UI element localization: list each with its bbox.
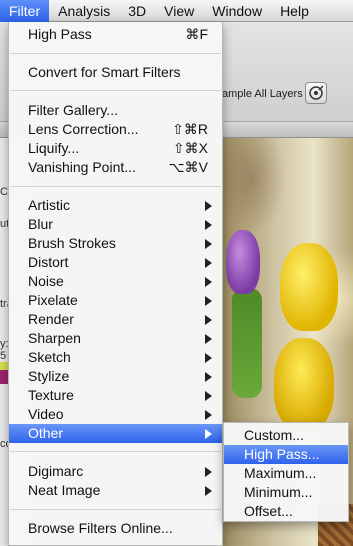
menu-item-vanishing-point[interactable]: Vanishing Point... ⌥⌘V bbox=[9, 158, 222, 177]
menu-item-label: Browse Filters Online... bbox=[28, 520, 173, 536]
sample-all-layers-label[interactable]: ample All Layers bbox=[222, 88, 303, 100]
pressure-target-icon[interactable] bbox=[305, 82, 327, 104]
submenu-arrow-icon bbox=[205, 410, 212, 420]
menu-item-label: Sketch bbox=[28, 349, 71, 365]
menu-item-last-filter[interactable]: High Pass ⌘F bbox=[9, 25, 222, 44]
menu-item-pixelate[interactable]: Pixelate bbox=[9, 291, 222, 310]
submenu-item-maximum[interactable]: Maximum... bbox=[224, 464, 348, 483]
submenu-arrow-icon bbox=[205, 372, 212, 382]
submenu-item-minimum[interactable]: Minimum... bbox=[224, 483, 348, 502]
menu-item-label: Render bbox=[28, 311, 74, 327]
menu-item-brush-strokes[interactable]: Brush Strokes bbox=[9, 234, 222, 253]
menu-item-shortcut: ⌥⌘V bbox=[168, 159, 208, 175]
menu-item-digimarc[interactable]: Digimarc bbox=[9, 462, 222, 481]
menu-item-label: Neat Image bbox=[28, 482, 101, 498]
menu-item-stylize[interactable]: Stylize bbox=[9, 367, 222, 386]
menu-window[interactable]: Window bbox=[203, 0, 271, 22]
menu-analysis[interactable]: Analysis bbox=[49, 0, 119, 22]
submenu-arrow-icon bbox=[205, 467, 212, 477]
menu-item-label: Sharpen bbox=[28, 330, 81, 346]
menu-item-video[interactable]: Video bbox=[9, 405, 222, 424]
menu-separator bbox=[10, 509, 221, 510]
submenu-arrow-icon bbox=[205, 429, 212, 439]
menu-item-sketch[interactable]: Sketch bbox=[9, 348, 222, 367]
menu-item-shortcut: ⇧⌘X bbox=[172, 140, 208, 156]
menu-item-label: Distort bbox=[28, 254, 69, 270]
filter-menu: High Pass ⌘F Convert for Smart Filters F… bbox=[8, 22, 223, 546]
photo-yellow-tulip bbox=[274, 338, 334, 430]
menu-item-label: Other bbox=[28, 425, 64, 441]
menu-item-texture[interactable]: Texture bbox=[9, 386, 222, 405]
menu-item-label: Lens Correction... bbox=[28, 121, 139, 137]
menu-item-label: Liquify... bbox=[28, 140, 80, 156]
submenu-arrow-icon bbox=[205, 239, 212, 249]
menu-item-label: Noise bbox=[28, 273, 64, 289]
submenu-arrow-icon bbox=[205, 258, 212, 268]
submenu-arrow-icon bbox=[205, 391, 212, 401]
submenu-arrow-icon bbox=[205, 220, 212, 230]
menu-item-label: Convert for Smart Filters bbox=[28, 64, 181, 80]
menu-separator bbox=[10, 53, 221, 54]
menu-item-label: Filter Gallery... bbox=[28, 102, 118, 118]
submenu-arrow-icon bbox=[205, 486, 212, 496]
menu-item-artistic[interactable]: Artistic bbox=[9, 196, 222, 215]
panel-text-fragment: 5 bbox=[0, 350, 7, 362]
menu-item-browse-filters-online[interactable]: Browse Filters Online... bbox=[9, 519, 222, 538]
menu-3d[interactable]: 3D bbox=[119, 0, 155, 22]
menu-item-other[interactable]: Other bbox=[9, 424, 222, 443]
menu-help[interactable]: Help bbox=[271, 0, 318, 22]
menu-item-blur[interactable]: Blur bbox=[9, 215, 222, 234]
submenu-item-custom[interactable]: Custom... bbox=[224, 426, 348, 445]
menu-view[interactable]: View bbox=[155, 0, 203, 22]
submenu-arrow-icon bbox=[205, 296, 212, 306]
menu-item-label: Artistic bbox=[28, 197, 70, 213]
menu-bar: Filter Analysis 3D View Window Help bbox=[0, 0, 353, 22]
photo-stem bbox=[232, 288, 262, 398]
menu-item-label: Stylize bbox=[28, 368, 70, 384]
other-submenu: Custom... High Pass... Maximum... Minimu… bbox=[223, 422, 349, 522]
menu-item-label: High Pass bbox=[28, 26, 92, 42]
menu-item-label: Texture bbox=[28, 387, 74, 403]
submenu-item-offset[interactable]: Offset... bbox=[224, 502, 348, 521]
submenu-arrow-icon bbox=[205, 334, 212, 344]
menu-separator bbox=[10, 90, 221, 91]
menu-item-label: Digimarc bbox=[28, 463, 84, 479]
menu-item-label: Pixelate bbox=[28, 292, 78, 308]
menu-item-neat-image[interactable]: Neat Image bbox=[9, 481, 222, 500]
menu-item-label: Brush Strokes bbox=[28, 235, 116, 251]
photo-yellow-tulip bbox=[280, 243, 338, 331]
submenu-arrow-icon bbox=[205, 353, 212, 363]
menu-item-label: Blur bbox=[28, 216, 53, 232]
menu-item-sharpen[interactable]: Sharpen bbox=[9, 329, 222, 348]
menu-item-shortcut: ⇧⌘R bbox=[172, 121, 208, 137]
menu-filter[interactable]: Filter bbox=[0, 0, 50, 22]
menu-item-liquify[interactable]: Liquify... ⇧⌘X bbox=[9, 139, 222, 158]
submenu-item-high-pass[interactable]: High Pass... bbox=[224, 445, 348, 464]
menu-item-filter-gallery[interactable]: Filter Gallery... bbox=[9, 101, 222, 120]
menu-item-lens-correction[interactable]: Lens Correction... ⇧⌘R bbox=[9, 120, 222, 139]
menu-item-convert-smart-filters[interactable]: Convert for Smart Filters bbox=[9, 63, 222, 82]
submenu-arrow-icon bbox=[205, 201, 212, 211]
menu-item-shortcut: ⌘F bbox=[185, 26, 208, 42]
menu-separator bbox=[10, 186, 221, 187]
submenu-arrow-icon bbox=[205, 315, 212, 325]
menu-item-label: Vanishing Point... bbox=[28, 159, 136, 175]
menu-item-noise[interactable]: Noise bbox=[9, 272, 222, 291]
submenu-arrow-icon bbox=[205, 277, 212, 287]
menu-item-render[interactable]: Render bbox=[9, 310, 222, 329]
menu-item-distort[interactable]: Distort bbox=[9, 253, 222, 272]
photo-purple-tulip bbox=[226, 230, 260, 294]
menu-separator bbox=[10, 451, 221, 452]
menu-item-label: Video bbox=[28, 406, 64, 422]
